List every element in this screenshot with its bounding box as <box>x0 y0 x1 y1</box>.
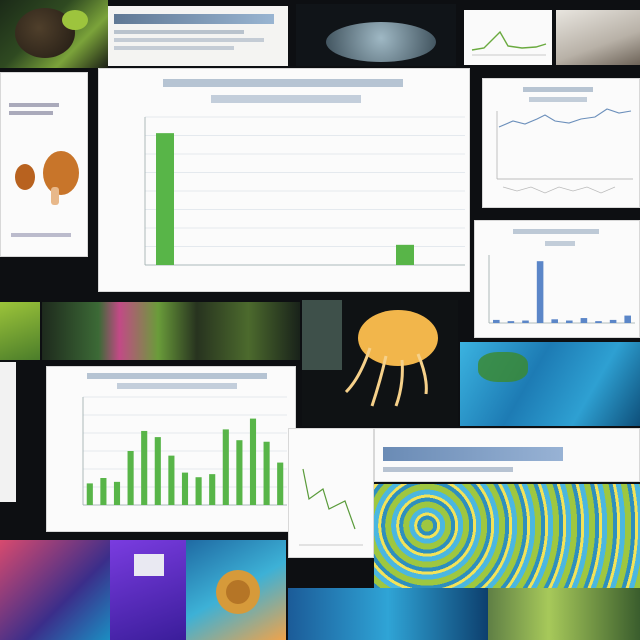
main-bar-chart-panel <box>98 68 470 292</box>
plant-photo-tile <box>0 0 108 68</box>
rock-photo-tile <box>296 4 456 66</box>
bar <box>507 321 515 323</box>
cells-texture-tile <box>374 484 640 588</box>
bar <box>168 455 175 505</box>
small-bar-chart-panel <box>474 220 640 338</box>
snail-icon <box>216 570 260 614</box>
snail-tile <box>186 540 286 640</box>
left-white-tile <box>0 362 16 502</box>
chicken-leg-icon <box>15 151 79 205</box>
mid-bar-chart <box>82 396 287 506</box>
bar <box>566 320 573 323</box>
bottom-right-tile <box>488 588 640 640</box>
bar <box>580 318 588 323</box>
bar <box>86 483 93 505</box>
bar <box>609 319 617 323</box>
line-chart <box>496 108 633 194</box>
bar <box>396 244 414 265</box>
green-tile <box>0 302 40 360</box>
bar <box>277 462 284 505</box>
bar <box>624 315 631 323</box>
small-line-chart-tile <box>464 10 552 65</box>
main-bar-chart <box>144 116 465 266</box>
bar <box>181 472 189 505</box>
bar <box>536 261 544 323</box>
leaf-photo-strip <box>42 302 300 360</box>
bar <box>595 321 602 323</box>
bottom-blue-tile <box>288 588 488 640</box>
bar <box>551 319 558 323</box>
text-header-panel <box>374 428 640 482</box>
sketch-panel <box>288 428 374 558</box>
bar <box>209 474 216 505</box>
small-bar-chart <box>488 255 635 324</box>
line-chart-panel <box>482 78 640 208</box>
jellyfish-icon <box>302 300 438 407</box>
bar <box>100 478 107 505</box>
mid-bar-chart-panel <box>46 366 296 532</box>
bar <box>263 441 270 505</box>
bar <box>113 481 121 505</box>
bar <box>522 320 529 323</box>
bar <box>222 429 229 505</box>
document-strip-tile <box>108 6 288 66</box>
bar <box>236 440 243 505</box>
chicken-leg-panel <box>0 72 88 257</box>
bar <box>156 133 174 265</box>
bottom-left-tile <box>0 540 110 640</box>
pool-photo-tile <box>460 342 640 426</box>
jellyfish-tile <box>302 300 458 426</box>
bar <box>249 418 257 505</box>
bar <box>127 451 134 505</box>
bottom-purple-tile <box>110 540 186 640</box>
bar <box>154 437 161 505</box>
bar <box>493 319 500 323</box>
people-photo-tile <box>556 10 640 65</box>
bar <box>195 477 202 505</box>
bar <box>141 430 148 505</box>
